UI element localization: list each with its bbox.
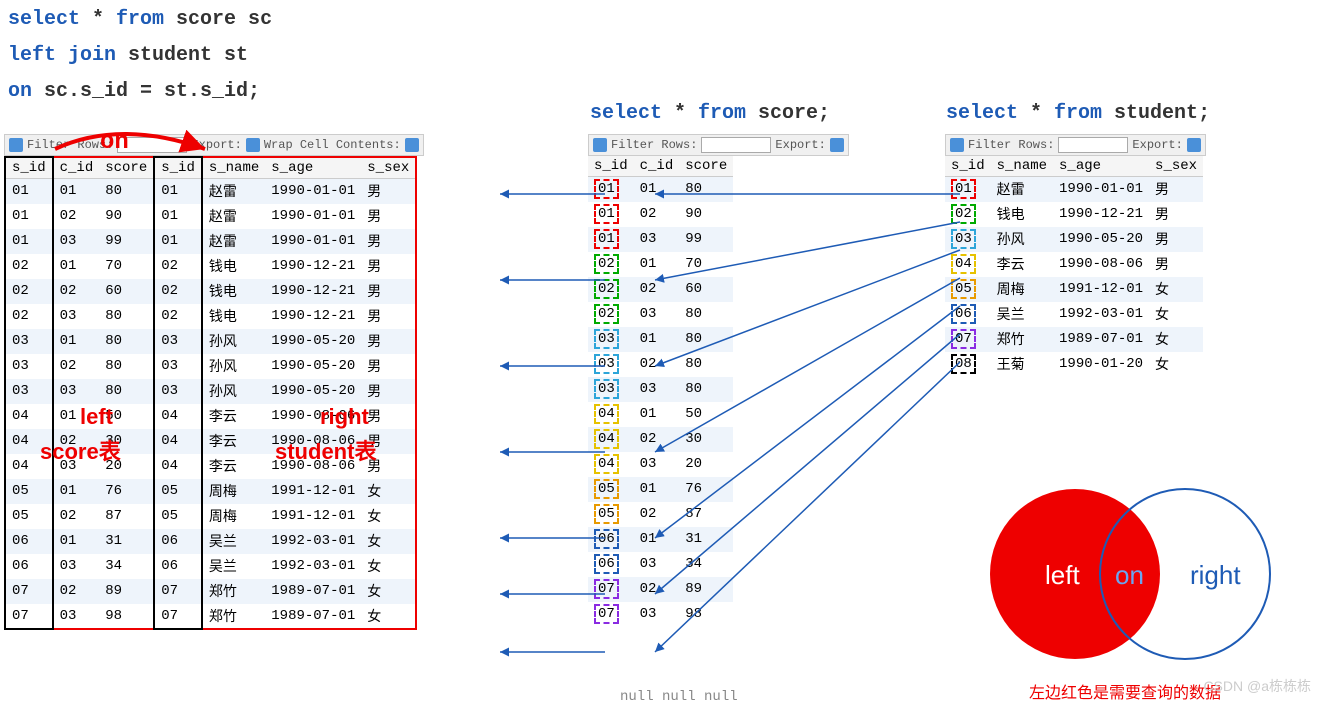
sql-student: select * from student; <box>946 98 1210 130</box>
table-row: 01039901赵雷1990-01-01男 <box>5 229 416 254</box>
col-c_id: c_id <box>53 157 100 179</box>
table-row: 03038003孙风1990-05-20男 <box>5 379 416 404</box>
table-row: 01018001赵雷1990-01-01男 <box>5 179 416 204</box>
table-row: 010399 <box>588 227 733 252</box>
table-row: 05017605周梅1991-12-01女 <box>5 479 416 504</box>
col-s_sex: s_sex <box>1149 156 1203 177</box>
venn-left: left <box>1045 560 1080 590</box>
toolbar: Filter Rows: Export: <box>945 134 1206 156</box>
table-row: 060334 <box>588 552 733 577</box>
table-row: 030180 <box>588 327 733 352</box>
table-row: 040230 <box>588 427 733 452</box>
refresh-icon[interactable] <box>950 138 964 152</box>
table-row: 07028907郑竹1989-07-01女 <box>5 579 416 604</box>
table-row: 05028705周梅1991-12-01女 <box>5 504 416 529</box>
table-row: 07039807郑竹1989-07-01女 <box>5 604 416 630</box>
table-row: 040150 <box>588 402 733 427</box>
export-icon[interactable] <box>246 138 260 152</box>
refresh-icon[interactable] <box>9 138 23 152</box>
table-row: 02钱电1990-12-21男 <box>945 202 1203 227</box>
table-row: 07郑竹1989-07-01女 <box>945 327 1203 352</box>
table-row: 01029001赵雷1990-01-01男 <box>5 204 416 229</box>
table-row: 04李云1990-08-06男 <box>945 252 1203 277</box>
col-score: score <box>679 156 733 177</box>
table-row: 05周梅1991-12-01女 <box>945 277 1203 302</box>
table-row: 070289 <box>588 577 733 602</box>
label-left: left <box>80 404 113 430</box>
col-s_name: s_name <box>991 156 1053 177</box>
venn-right: right <box>1190 560 1241 590</box>
table-row: 02026002钱电1990-12-21男 <box>5 279 416 304</box>
col-c_id: c_id <box>634 156 680 177</box>
col-s_sex: s_sex <box>361 157 416 179</box>
table-row: 02017002钱电1990-12-21男 <box>5 254 416 279</box>
toolbar: Filter Rows: Export: <box>588 134 849 156</box>
joined-result-table: Filter Rows: Export: Wrap Cell Contents:… <box>4 134 424 630</box>
export-icon[interactable] <box>1187 138 1201 152</box>
table-row: 03孙风1990-05-20男 <box>945 227 1203 252</box>
col-s_id: s_id <box>5 157 53 179</box>
sql-main: select * from score sc left join student… <box>0 4 1323 108</box>
table-row: 010180 <box>588 177 733 202</box>
filter-input[interactable] <box>1058 137 1128 153</box>
col-s_age: s_age <box>1053 156 1149 177</box>
label-score: score表 <box>40 434 121 466</box>
label-right: right <box>320 404 369 430</box>
null-text: null null null <box>620 689 738 705</box>
table-row: 06033406吴兰1992-03-01女 <box>5 554 416 579</box>
table-row: 03028003孙风1990-05-20男 <box>5 354 416 379</box>
table-row: 02038002钱电1990-12-21男 <box>5 304 416 329</box>
col-s_name: s_name <box>202 157 265 179</box>
table-row: 08王菊1990-01-20女 <box>945 352 1203 377</box>
table-row: 03018003孙风1990-05-20男 <box>5 329 416 354</box>
table-row: 070398 <box>588 602 733 627</box>
table-row: 050176 <box>588 477 733 502</box>
col-s_age: s_age <box>265 157 361 179</box>
sql-score: select * from score; <box>590 98 830 130</box>
venn-on: on <box>1115 560 1144 590</box>
col-s_id: s_id <box>588 156 634 177</box>
table-row: 020380 <box>588 302 733 327</box>
label-student: student表 <box>275 434 376 466</box>
label-on: on <box>100 129 129 156</box>
export-icon[interactable] <box>830 138 844 152</box>
table-row: 020170 <box>588 252 733 277</box>
table-row: 030280 <box>588 352 733 377</box>
col-s_id2: s_id <box>154 157 202 179</box>
table-row: 01赵雷1990-01-01男 <box>945 177 1203 202</box>
refresh-icon[interactable] <box>593 138 607 152</box>
watermark: CSDN @a栋栋栋 <box>1203 676 1311 696</box>
table-row: 010290 <box>588 202 733 227</box>
table-row: 06吴兰1992-03-01女 <box>945 302 1203 327</box>
table-row: 06013106吴兰1992-03-01女 <box>5 529 416 554</box>
student-table: Filter Rows: Export: s_id s_name s_age s… <box>945 134 1206 377</box>
col-s_id: s_id <box>945 156 991 177</box>
table-row: 060131 <box>588 527 733 552</box>
table-row: 050287 <box>588 502 733 527</box>
venn-diagram: left on right 左边红色是需要查询的数据 <box>955 474 1295 704</box>
table-row: 030380 <box>588 377 733 402</box>
col-score: score <box>99 157 154 179</box>
filter-input[interactable] <box>701 137 771 153</box>
table-row: 040320 <box>588 452 733 477</box>
score-table: Filter Rows: Export: s_id c_id score 010… <box>588 134 849 627</box>
wrap-icon[interactable] <box>405 138 419 152</box>
table-row: 020260 <box>588 277 733 302</box>
